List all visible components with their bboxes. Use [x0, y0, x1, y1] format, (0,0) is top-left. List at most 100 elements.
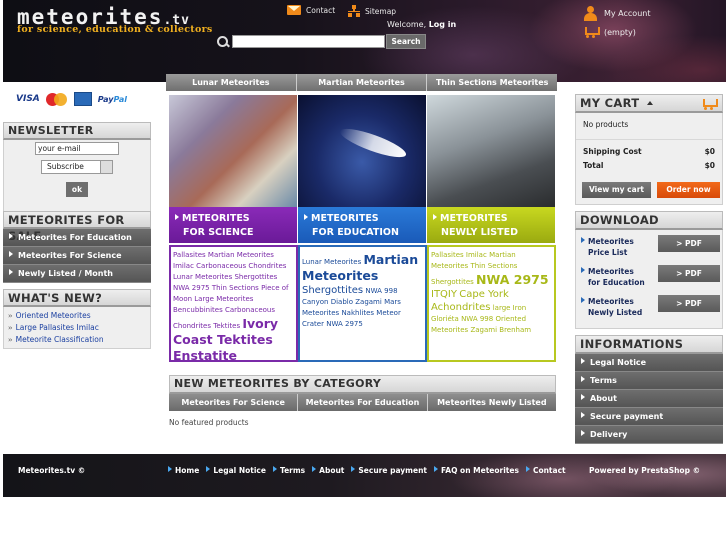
- newsletter-ok-button[interactable]: ok: [66, 182, 88, 197]
- tag-link[interactable]: Shergottites: [431, 278, 474, 286]
- nav-lunar-meteorites[interactable]: Lunar Meteorites: [166, 74, 296, 91]
- tag-link[interactable]: NWA 2975: [326, 320, 363, 328]
- arrow-right-icon: [9, 251, 13, 257]
- arrow-right-icon: [581, 412, 585, 418]
- comet-graphic: [337, 123, 409, 163]
- footer-link-label: FAQ on Meteorites: [441, 466, 519, 475]
- my-account-link[interactable]: My Account: [583, 6, 650, 21]
- footer-powered-by: Powered by PrestaShop ©: [589, 466, 701, 475]
- tab-newly-listed[interactable]: Meteorites Newly Listed: [426, 394, 556, 411]
- newsletter-action-select[interactable]: Subscribe: [41, 160, 113, 174]
- total-row: Total $0: [576, 161, 722, 170]
- search-input[interactable]: [232, 35, 385, 48]
- shipping-label: Shipping Cost: [583, 147, 642, 156]
- tag-link[interactable]: Nakhlites: [341, 309, 374, 317]
- info-terms[interactable]: Terms: [575, 372, 723, 390]
- tag-link[interactable]: Lunar Meteorites: [173, 273, 232, 281]
- tag-link[interactable]: Tektites: [213, 322, 240, 330]
- search-button[interactable]: Search: [386, 34, 426, 49]
- info-secure-payment[interactable]: Secure payment: [575, 408, 723, 426]
- tag-link[interactable]: Carbonaceous Chondrites: [196, 262, 286, 270]
- header-cart-link[interactable]: (empty): [583, 26, 636, 38]
- footer-link-about[interactable]: About: [312, 466, 344, 475]
- tab-education[interactable]: Meteorites For Education: [297, 394, 427, 411]
- tag-link[interactable]: Pallasites: [431, 251, 464, 259]
- tag-link[interactable]: Brenham: [499, 326, 531, 334]
- tag-link[interactable]: Pallasites: [173, 251, 206, 259]
- tag-link[interactable]: Martian Meteorites: [208, 251, 274, 259]
- whats-new-item[interactable]: ›› Large Pallasites Imilac: [4, 321, 150, 333]
- contact-link[interactable]: Contact: [287, 5, 335, 15]
- view-cart-button[interactable]: View my cart: [582, 182, 651, 198]
- pdf-button-newly-listed[interactable]: > PDF: [658, 295, 720, 312]
- collapse-arrow-icon[interactable]: [646, 101, 653, 105]
- footer-link-contact[interactable]: Contact: [525, 466, 566, 475]
- tag-link[interactable]: Zagami: [355, 298, 382, 306]
- tag-link[interactable]: Lunar Meteorites: [302, 258, 361, 266]
- tag-link[interactable]: NWA 2975: [476, 272, 549, 287]
- tag-link[interactable]: Large Meteorites: [194, 295, 253, 303]
- footer-link-home[interactable]: Home: [168, 466, 199, 475]
- tag-link[interactable]: Thin Sections: [212, 284, 259, 292]
- envelope-icon: [287, 5, 301, 15]
- promo-line1: METEORITES: [440, 213, 508, 224]
- sitemap-link[interactable]: Sitemap: [348, 5, 396, 17]
- info-about[interactable]: About: [575, 390, 723, 408]
- info-delivery[interactable]: Delivery: [575, 426, 723, 444]
- tag-link[interactable]: Enstatite: [173, 348, 237, 360]
- tag-link[interactable]: Shergottites: [302, 285, 363, 296]
- sale-item-newly-listed[interactable]: Newly Listed / Month: [3, 265, 151, 283]
- pdf-button-price-list[interactable]: > PDF: [658, 235, 720, 252]
- double-chevron-icon: ››: [8, 336, 13, 344]
- tag-link[interactable]: Thin Sections: [470, 262, 517, 270]
- tag-link[interactable]: NWA 998: [365, 287, 397, 295]
- order-now-button[interactable]: Order now: [657, 182, 720, 198]
- sitemap-icon: [348, 5, 360, 17]
- education-promo-button[interactable]: METEORITES FOR EDUCATION: [298, 207, 426, 243]
- science-banner-image[interactable]: [169, 95, 297, 207]
- tag-link[interactable]: NWA 998: [461, 315, 493, 323]
- arrow-right-icon: [433, 214, 437, 220]
- nav-martian-meteorites[interactable]: Martian Meteorites: [295, 74, 427, 91]
- footer-link-label: Terms: [279, 466, 306, 475]
- my-cart-header[interactable]: MY CART: [575, 94, 723, 113]
- footer-link-faq[interactable]: FAQ on Meteorites: [434, 466, 519, 475]
- sale-item-science[interactable]: Meteorites For Science: [3, 247, 151, 265]
- tag-link[interactable]: ITQIY: [431, 289, 457, 300]
- newly-listed-promo-button[interactable]: METEORITES NEWLY LISTED: [427, 207, 555, 243]
- info-label: Terms: [590, 376, 617, 385]
- catalog-line1: Meteorites: [588, 297, 634, 306]
- whats-new-item[interactable]: ›› Meteorite Classification: [4, 333, 150, 345]
- tag-link[interactable]: large Iron: [493, 304, 526, 312]
- tab-science[interactable]: Meteorites For Science: [169, 394, 298, 411]
- tag-link[interactable]: Shergottites: [234, 273, 277, 281]
- pdf-button-education[interactable]: > PDF: [658, 265, 720, 282]
- tag-link[interactable]: Cape York: [459, 289, 509, 300]
- footer-link-terms[interactable]: Terms: [272, 466, 306, 475]
- arrow-right-icon: [581, 394, 585, 400]
- tag-link[interactable]: Imilac: [173, 262, 194, 270]
- tag-link[interactable]: NWA 2975: [173, 284, 210, 292]
- sale-item-education[interactable]: Meteorites For Education: [3, 229, 151, 247]
- nav-thin-sections[interactable]: Thin Sections Meteorites: [426, 74, 558, 91]
- newsletter-email-input[interactable]: your e-mail: [35, 142, 119, 155]
- footer-link-legal-notice[interactable]: Legal Notice: [206, 466, 266, 475]
- tag-link[interactable]: Gloriéta: [431, 315, 459, 323]
- footer-link-secure-payment[interactable]: Secure payment: [351, 466, 427, 475]
- tag-link[interactable]: Martian Meteorites: [302, 252, 418, 283]
- tag-link[interactable]: Ivory Coast Tektites: [173, 316, 278, 347]
- tag-link[interactable]: Bencubbinites: [173, 306, 223, 314]
- tag-link[interactable]: Achondrites: [431, 302, 490, 313]
- whats-new-item[interactable]: ›› Oriented Meteorites: [4, 309, 150, 321]
- arrow-right-icon: [9, 233, 13, 239]
- info-legal-notice[interactable]: Legal Notice: [575, 354, 723, 372]
- tag-link[interactable]: Canyon Diablo: [302, 298, 353, 306]
- tag-link[interactable]: Zagami: [470, 326, 497, 334]
- education-banner-image[interactable]: [298, 95, 426, 207]
- new-by-category-title: NEW METEORITES BY CATEGORY: [169, 375, 556, 394]
- newly-listed-banner-image[interactable]: [427, 95, 555, 207]
- login-link[interactable]: Log in: [429, 20, 457, 29]
- science-promo-button[interactable]: METEORITES FOR SCIENCE: [169, 207, 297, 243]
- cart-status: (empty): [604, 27, 636, 37]
- tag-link[interactable]: Imilac: [466, 251, 487, 259]
